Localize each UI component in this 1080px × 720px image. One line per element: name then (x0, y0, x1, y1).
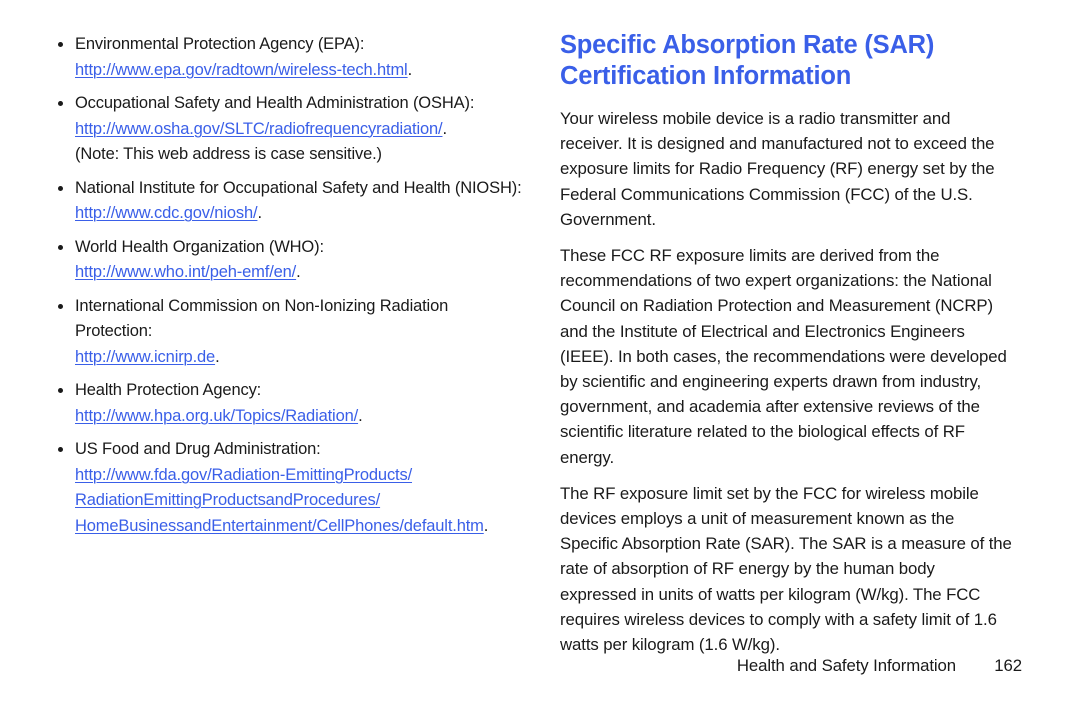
paragraph-line: expressed in units of watts per kilogram… (560, 584, 981, 604)
link-fda-part1[interactable]: http://www.fda.gov/Radiation-EmittingPro… (75, 466, 412, 484)
list-item-label: National Institute for Occupational Safe… (75, 178, 522, 197)
bullet-dot-icon (58, 101, 63, 106)
bullet-dot-icon (58, 303, 63, 309)
paragraph-line: energy. (560, 447, 615, 467)
link-icnirp[interactable]: http://www.icnirp.de (75, 348, 215, 366)
list-item-url-line: http://www.icnirp.de. (75, 345, 526, 371)
list-item-note: (Note: This web address is case sensitiv… (75, 145, 382, 163)
list-item-label: Occupational Safety and Health Administr… (75, 94, 475, 112)
trailing-period: . (483, 516, 489, 535)
page-title: Specific Absorption Rate (SAR) Certifica… (560, 30, 1022, 92)
trailing-period: . (358, 406, 363, 425)
paragraph-line: (IEEE). In both cases, the recommendatio… (560, 346, 1007, 366)
page-footer: Health and Safety Information 162 (560, 655, 1022, 677)
trailing-period: . (215, 347, 220, 366)
list-item: US Food and Drug Administration: http://… (56, 437, 526, 539)
bullet-dot-icon (58, 185, 63, 191)
paragraph-line: by scientific and engineering experts dr… (560, 372, 982, 392)
paragraph-line: These FCC RF exposure limits are derived… (560, 246, 940, 266)
list-item: Health Protection Agency: http://www.hpa… (56, 378, 526, 429)
paragraph-line: requires wireless devices to comply with… (560, 609, 997, 629)
list-item-label: International Commission on Non-Ionizing… (75, 296, 449, 341)
right-column: Specific Absorption Rate (SAR) Certifica… (560, 30, 1022, 668)
list-item-url-line: http://www.who.int/peh-emf/en/. (75, 260, 526, 286)
paragraph-line: recommendations of two expert organizati… (560, 271, 992, 291)
trailing-period: . (296, 263, 301, 281)
link-hpa[interactable]: http://www.hpa.org.uk/Topics/Radiation/ (75, 407, 358, 425)
trailing-period: . (407, 60, 413, 79)
trailing-period: . (257, 204, 262, 222)
paragraph-line: exposure limits for Radio Frequency (RF)… (560, 159, 995, 179)
link-niosh[interactable]: http://www.cdc.gov/niosh/ (75, 204, 258, 222)
footer-page-number: 162 (994, 656, 1022, 675)
list-item-label: Environmental Protection Agency (EPA): (75, 35, 365, 53)
list-item-url-line: http://www.hpa.org.uk/Topics/Radiation/. (75, 404, 526, 430)
bullet-dot-icon (58, 244, 63, 250)
link-who[interactable]: http://www.who.int/peh-emf/en/ (75, 263, 296, 281)
paragraph-line: rate of absorption of RF energy by the h… (560, 559, 935, 579)
bullet-dot-icon (58, 42, 63, 47)
footer-section-title: Health and Safety Information (736, 656, 956, 675)
paragraph-line: government, and academia after extensive… (560, 397, 980, 417)
list-item-url-line: http://www.epa.gov/radtown/wireless-tech… (75, 58, 526, 84)
page-title-line-2: Certification Information (560, 62, 852, 90)
paragraph-line: devices employs a unit of measurement kn… (560, 509, 955, 529)
bullet-dot-icon (58, 447, 63, 452)
left-column: Environmental Protection Agency (EPA): h… (56, 32, 526, 539)
link-fda-part3[interactable]: HomeBusinessandEntertainment/CellPhones/… (75, 517, 484, 535)
trailing-period: . (442, 119, 447, 138)
list-item-label: World Health Organization (WHO): (75, 237, 324, 256)
body-paragraph: These FCC RF exposure limits are derived… (560, 243, 1022, 470)
link-fda-part2[interactable]: RadiationEmittingProductsandProcedures/ (75, 491, 380, 509)
resource-link-list: Environmental Protection Agency (EPA): h… (56, 32, 526, 539)
list-item-url-line: http://www.fda.gov/Radiation-EmittingPro… (75, 463, 526, 489)
paragraph-line: scientific literature related to the bio… (560, 422, 965, 442)
paragraph-line: Federal Communications Commission (FCC) … (560, 184, 973, 204)
paragraph-line: Your wireless mobile device is a radio t… (560, 109, 951, 128)
bullet-dot-icon (58, 388, 63, 393)
paragraph-line: and the Institute of Electrical and Elec… (560, 321, 965, 341)
paragraph-line: Specific Absorption Rate (SAR). The SAR … (560, 534, 1012, 554)
paragraph-line: The RF exposure limit set by the FCC for… (560, 483, 979, 503)
list-item: Occupational Safety and Health Administr… (56, 91, 526, 168)
list-item: National Institute for Occupational Safe… (56, 176, 526, 227)
list-item: Environmental Protection Agency (EPA): h… (56, 32, 526, 83)
paragraph-line: receiver. It is designed and manufacture… (560, 134, 995, 154)
page-title-line-1: Specific Absorption Rate (SAR) (560, 31, 935, 59)
paragraph-line: Government. (560, 209, 656, 229)
paragraph-line: Council on Radiation Protection and Meas… (560, 296, 993, 316)
list-item-label: US Food and Drug Administration: (75, 440, 321, 458)
list-item: International Commission on Non-Ionizing… (56, 294, 526, 371)
document-page: Environmental Protection Agency (EPA): h… (0, 0, 1080, 720)
list-item-label: Health Protection Agency: (75, 381, 262, 399)
body-paragraph: The RF exposure limit set by the FCC for… (560, 481, 1022, 657)
paragraph-line: watts per kilogram (1.6 W/kg). (560, 635, 780, 655)
link-osha[interactable]: http://www.osha.gov/SLTC/radiofrequencyr… (75, 120, 443, 138)
list-item-url-line: http://www.cdc.gov/niosh/. (75, 201, 526, 227)
link-epa[interactable]: http://www.epa.gov/radtown/wireless-tech… (75, 61, 408, 79)
list-item: World Health Organization (WHO): http://… (56, 235, 526, 286)
body-paragraph: Your wireless mobile device is a radio t… (560, 106, 1022, 232)
list-item-url-line: http://www.osha.gov/SLTC/radiofrequencyr… (75, 117, 526, 143)
list-item-url-line: HomeBusinessandEntertainment/CellPhones/… (75, 514, 526, 540)
list-item-url-line: RadiationEmittingProductsandProcedures/ (75, 488, 526, 514)
